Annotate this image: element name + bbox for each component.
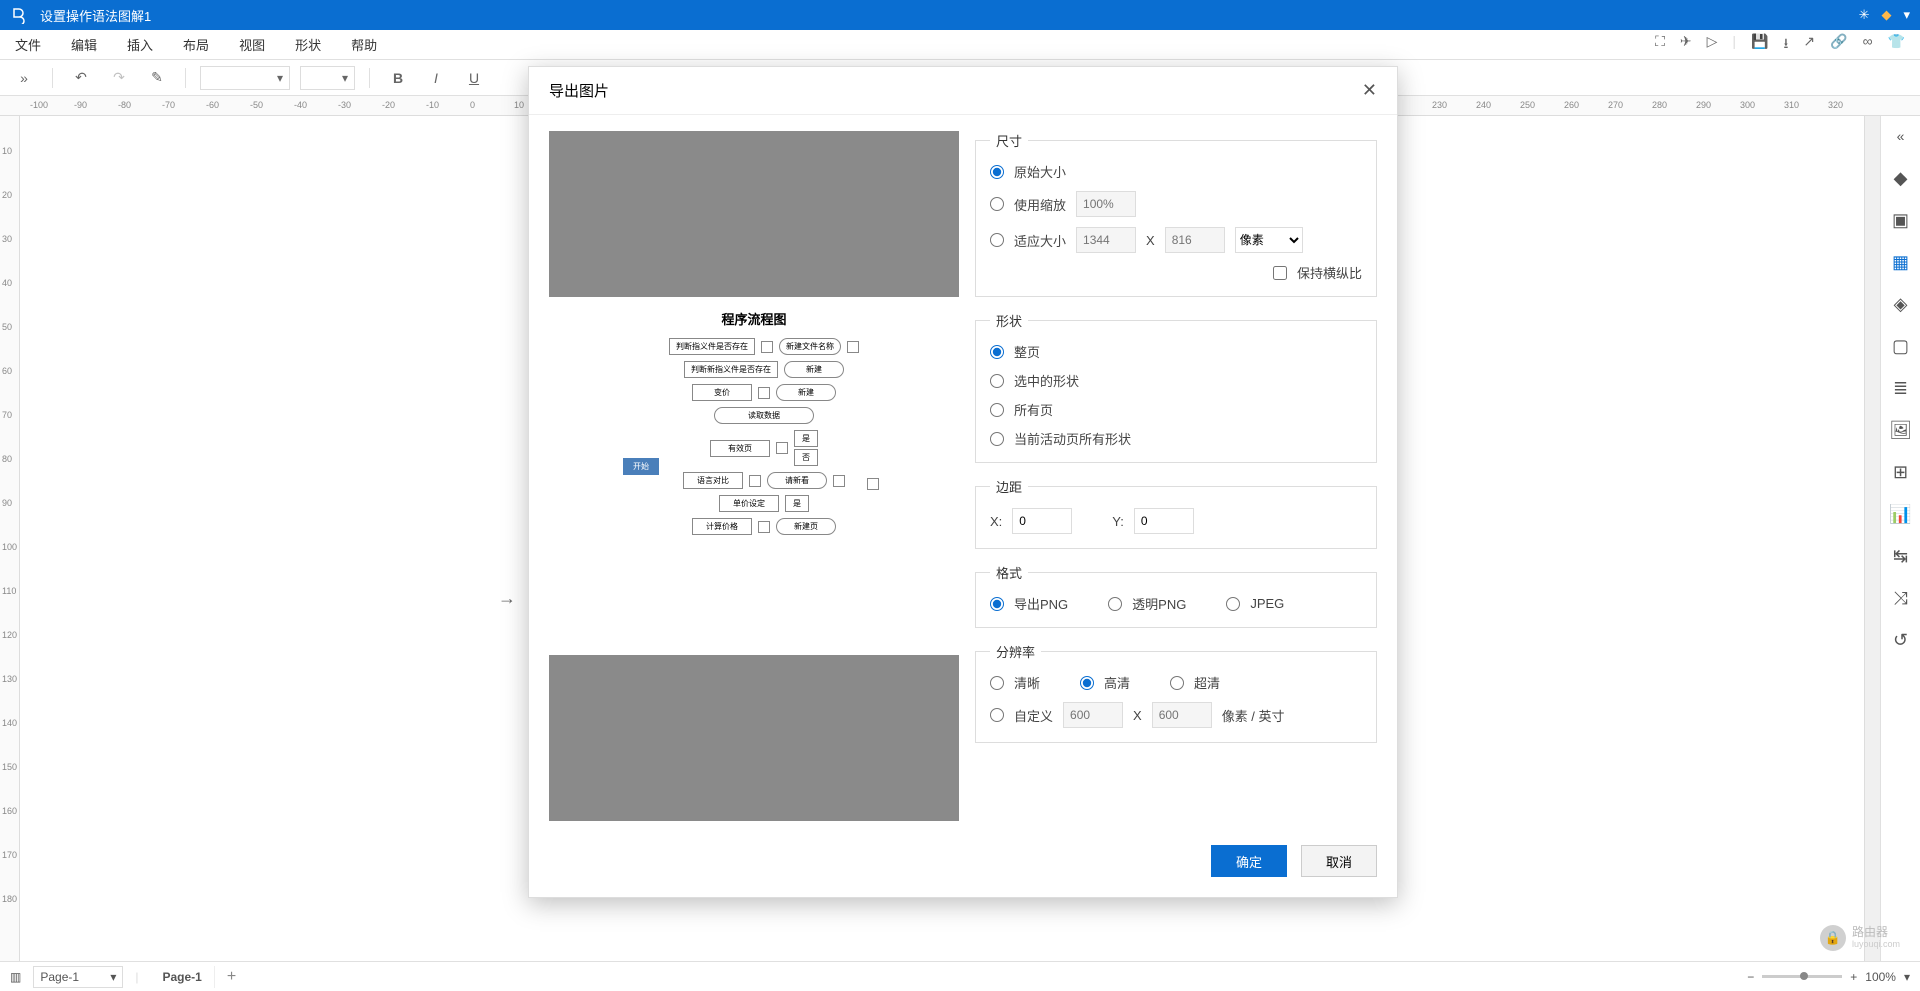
ok-button[interactable]: 确定 xyxy=(1211,845,1287,877)
margin-x-input[interactable] xyxy=(1012,508,1072,534)
modal-footer: 确定 取消 xyxy=(529,821,1397,897)
fc-box: 变价 xyxy=(692,384,752,401)
radio-uhd[interactable] xyxy=(1170,676,1184,690)
margin-y-label: Y: xyxy=(1112,514,1124,529)
resolution-fieldset: 分辨率 清晰 高清 超清 自定义 X 像素 / 英寸 xyxy=(975,642,1377,743)
fc-conn xyxy=(833,475,845,487)
label-tpng: 透明PNG xyxy=(1132,594,1186,613)
radio-tpng[interactable] xyxy=(1108,597,1122,611)
cancel-button[interactable]: 取消 xyxy=(1301,845,1377,877)
label-scale: 使用缩放 xyxy=(1014,195,1066,214)
fc-conn xyxy=(847,341,859,353)
radio-fit-size[interactable] xyxy=(990,233,1004,247)
fc-box: 语言对比 xyxy=(683,472,743,489)
export-options: 尺寸 原始大小 使用缩放 适应大小 X 像素 保持横纵比 形状 整页 选中的形状 xyxy=(975,131,1377,821)
fc-box: 请新看 xyxy=(767,472,827,489)
radio-hd[interactable] xyxy=(1080,676,1094,690)
size-legend: 尺寸 xyxy=(990,131,1028,150)
fc-conn xyxy=(761,341,773,353)
fc-start: 开始 xyxy=(623,458,659,475)
format-legend: 格式 xyxy=(990,563,1028,582)
modal-title: 导出图片 xyxy=(549,80,609,101)
margin-legend: 边距 xyxy=(990,477,1028,496)
label-png: 导出PNG xyxy=(1014,594,1068,613)
modal-header: 导出图片 ✕ xyxy=(529,67,1397,115)
res-w-input[interactable] xyxy=(1063,702,1123,728)
export-image-modal: 导出图片 ✕ 程序流程图 开始 判断指义件是否存在 新建文件名称 判断新指义件是否… xyxy=(528,66,1398,898)
radio-selected-shapes[interactable] xyxy=(990,374,1004,388)
label-original: 原始大小 xyxy=(1014,162,1066,181)
shape-fieldset: 形状 整页 选中的形状 所有页 当前活动页所有形状 xyxy=(975,311,1377,463)
preview-content: 程序流程图 开始 判断指义件是否存在新建文件名称 判断新指义件是否存在新建 变价… xyxy=(549,297,959,655)
radio-original-size[interactable] xyxy=(990,165,1004,179)
x-label2: X xyxy=(1133,708,1142,723)
size-fieldset: 尺寸 原始大小 使用缩放 适应大小 X 像素 保持横纵比 xyxy=(975,131,1377,297)
radio-use-scale[interactable] xyxy=(990,197,1004,211)
fc-box: 判断指义件是否存在 xyxy=(669,338,755,355)
fc-box: 新建页 xyxy=(776,518,836,535)
res-unit-label: 像素 / 英寸 xyxy=(1222,706,1285,725)
fc-box: 是 xyxy=(785,495,809,512)
radio-png[interactable] xyxy=(990,597,1004,611)
label-uhd: 超清 xyxy=(1194,673,1220,692)
label-allpages: 所有页 xyxy=(1014,400,1053,419)
res-h-input[interactable] xyxy=(1152,702,1212,728)
radio-normal[interactable] xyxy=(990,676,1004,690)
close-icon[interactable]: ✕ xyxy=(1362,80,1377,101)
fc-conn xyxy=(749,475,761,487)
res-legend: 分辨率 xyxy=(990,642,1041,661)
fc-end xyxy=(867,478,879,490)
shape-legend: 形状 xyxy=(990,311,1028,330)
label-full: 整页 xyxy=(1014,342,1040,361)
radio-full-page[interactable] xyxy=(990,345,1004,359)
fc-box: 计算价格 xyxy=(692,518,752,535)
label-activeshapes: 当前活动页所有形状 xyxy=(1014,429,1131,448)
label-hd: 高清 xyxy=(1104,673,1130,692)
preview-title: 程序流程图 xyxy=(561,309,947,328)
format-fieldset: 格式 导出PNG 透明PNG JPEG xyxy=(975,563,1377,628)
unit-select[interactable]: 像素 xyxy=(1235,227,1303,253)
label-jpeg: JPEG xyxy=(1250,596,1284,611)
margin-fieldset: 边距 X: Y: xyxy=(975,477,1377,549)
fc-box: 有效页 xyxy=(710,440,770,457)
fc-box: 单价设定 xyxy=(719,495,779,512)
radio-all-pages[interactable] xyxy=(990,403,1004,417)
margin-y-input[interactable] xyxy=(1134,508,1194,534)
label-selected: 选中的形状 xyxy=(1014,371,1079,390)
fc-box: 新建 xyxy=(776,384,836,401)
label-fit: 适应大小 xyxy=(1014,231,1066,250)
fc-box: 新建文件名称 xyxy=(779,338,841,355)
fc-box: 读取数据 xyxy=(714,407,814,424)
fc-conn xyxy=(758,521,770,533)
fit-width-input[interactable] xyxy=(1076,227,1136,253)
margin-x-label: X: xyxy=(990,514,1002,529)
fc-conn xyxy=(776,442,788,454)
label-normal: 清晰 xyxy=(1014,673,1040,692)
x-label: X xyxy=(1146,233,1155,248)
fit-height-input[interactable] xyxy=(1165,227,1225,253)
modal-backdrop: 导出图片 ✕ 程序流程图 开始 判断指义件是否存在 新建文件名称 判断新指义件是否… xyxy=(0,0,1920,991)
fc-box: 否 xyxy=(794,449,818,466)
fc-box: 是 xyxy=(794,430,818,447)
fc-conn xyxy=(758,387,770,399)
scale-input[interactable] xyxy=(1076,191,1136,217)
preview-pane: 程序流程图 开始 判断指义件是否存在新建文件名称 判断新指义件是否存在新建 变价… xyxy=(549,131,959,821)
label-custom: 自定义 xyxy=(1014,706,1053,725)
label-keep-ratio: 保持横纵比 xyxy=(1297,263,1362,282)
radio-custom[interactable] xyxy=(990,708,1004,722)
fc-box: 新建 xyxy=(784,361,844,378)
fc-box: 判断新指义件是否存在 xyxy=(684,361,778,378)
radio-active-shapes[interactable] xyxy=(990,432,1004,446)
keep-ratio-checkbox[interactable] xyxy=(1273,266,1287,280)
radio-jpeg[interactable] xyxy=(1226,597,1240,611)
